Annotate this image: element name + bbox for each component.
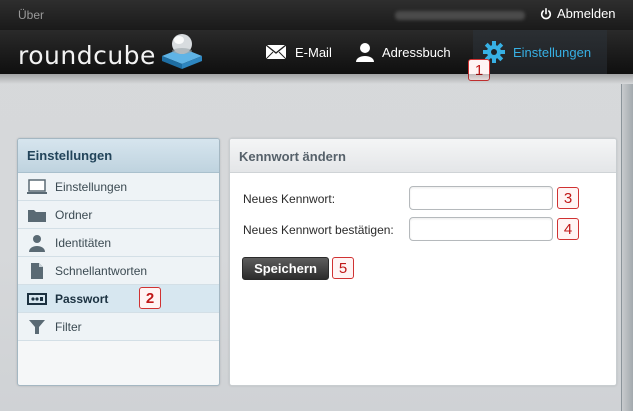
about-link[interactable]: Über bbox=[18, 8, 44, 22]
roundcube-logo[interactable]: roundcube bbox=[18, 34, 206, 70]
key-card-icon bbox=[27, 290, 47, 308]
new-password-input[interactable] bbox=[409, 186, 553, 210]
sidebar-item-responses[interactable]: Schnellantworten bbox=[18, 257, 219, 285]
nav-settings[interactable]: Einstellungen bbox=[473, 30, 607, 74]
confirm-password-input[interactable] bbox=[409, 217, 553, 241]
sidebar-item-folders[interactable]: Ordner bbox=[18, 201, 219, 229]
sidebar-item-identities[interactable]: Identitäten bbox=[18, 229, 219, 257]
power-icon bbox=[540, 7, 552, 19]
folder-icon bbox=[27, 206, 47, 224]
funnel-icon bbox=[27, 318, 47, 336]
document-icon bbox=[27, 262, 47, 280]
logout-label: Abmelden bbox=[557, 6, 616, 21]
sidebar-item-label: Einstellungen bbox=[55, 179, 128, 194]
header-bar: roundcube E-Mail Adressbuch Einstellunge… bbox=[0, 30, 633, 81]
header-shadow bbox=[0, 74, 633, 84]
sidebar-item-label: Passwort bbox=[55, 291, 109, 306]
blurred-username bbox=[395, 11, 525, 20]
annotation-marker-2: 2 bbox=[139, 287, 161, 309]
person-icon bbox=[27, 234, 47, 252]
settings-section-list: Einstellungen Ordner Identitäten Schnell… bbox=[18, 173, 219, 341]
confirm-password-label: Neues Kennwort bestätigen: bbox=[243, 223, 394, 237]
sidebar-item-label: Ordner bbox=[55, 207, 93, 222]
annotation-marker-3: 3 bbox=[557, 187, 579, 209]
sidebar-item-label: Schnellantworten bbox=[55, 263, 148, 278]
sidebar-item-label: Identitäten bbox=[55, 235, 112, 250]
panel-title: Kennwort ändern bbox=[230, 139, 616, 173]
change-password-panel: Kennwort ändern Neues Kennwort: 3 Neues … bbox=[229, 138, 617, 386]
annotation-marker-4: 4 bbox=[557, 218, 579, 240]
settings-sidebar: Einstellungen Einstellungen Ordner Ident… bbox=[17, 138, 220, 386]
person-icon bbox=[356, 43, 374, 62]
logo-cube-icon bbox=[161, 34, 202, 69]
save-button[interactable]: Speichern bbox=[242, 257, 329, 280]
sidebar-title: Einstellungen bbox=[18, 139, 219, 173]
window-edge bbox=[621, 84, 633, 411]
nav-addressbook[interactable]: Adressbuch bbox=[356, 30, 451, 74]
roundcube-window: Über Abmelden roundcube E-Mail Adressbuc… bbox=[0, 0, 633, 411]
sidebar-item-password[interactable]: Passwort 2 bbox=[18, 285, 219, 313]
sidebar-item-label: Filter bbox=[55, 319, 82, 334]
nav-settings-label: Einstellungen bbox=[513, 44, 592, 60]
sidebar-item-filters[interactable]: Filter bbox=[18, 313, 219, 341]
sidebar-item-preferences[interactable]: Einstellungen bbox=[18, 173, 219, 201]
logout-button[interactable]: Abmelden bbox=[540, 6, 616, 21]
logo-text: roundcube bbox=[18, 41, 156, 70]
envelope-icon bbox=[265, 44, 287, 60]
nav-mail[interactable]: E-Mail bbox=[265, 30, 332, 74]
top-bar: Über Abmelden bbox=[0, 0, 633, 31]
monitor-icon bbox=[27, 178, 47, 196]
new-password-label: Neues Kennwort: bbox=[243, 192, 336, 206]
annotation-marker-5: 5 bbox=[332, 257, 354, 279]
nav-mail-label: E-Mail bbox=[295, 44, 332, 60]
nav-addressbook-label: Adressbuch bbox=[382, 44, 451, 60]
